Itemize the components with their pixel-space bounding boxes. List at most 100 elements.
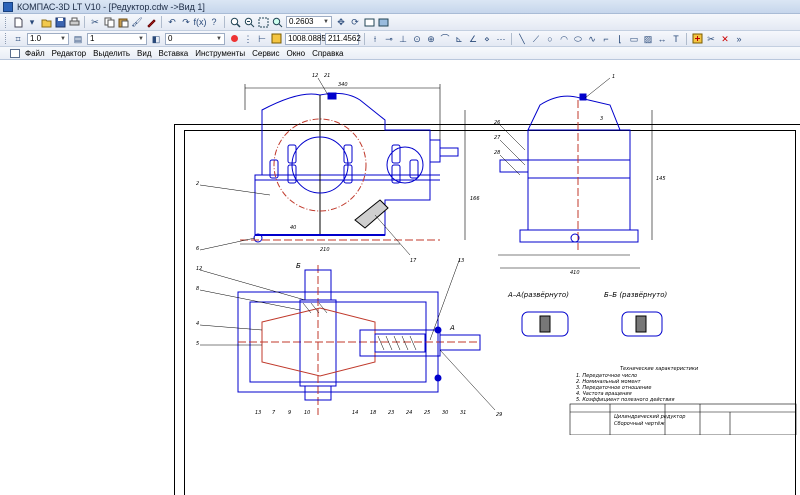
dimension-tool-icon[interactable]: ↔ — [656, 33, 668, 45]
menu-tools[interactable]: Инструменты — [195, 49, 245, 58]
hatch-tool-icon[interactable]: ▨ — [642, 33, 654, 45]
menu-view[interactable]: Вид — [137, 49, 151, 58]
callout-number: 12 — [312, 73, 318, 79]
fillet-tool-icon[interactable]: ⌊ — [614, 33, 626, 45]
chevron-down-icon[interactable]: ▼ — [216, 34, 222, 44]
menu-window[interactable]: Окно — [287, 49, 306, 58]
callout-number: 12 — [196, 266, 202, 272]
rectangle-tool-icon[interactable]: ▭ — [628, 33, 640, 45]
callout-number: 21 — [324, 73, 330, 79]
callout-number: 18 — [370, 410, 376, 416]
menu-select[interactable]: Выделить — [93, 49, 130, 58]
chamfer-tool-icon[interactable]: ⌐ — [600, 33, 612, 45]
zoom-window-icon[interactable] — [257, 16, 269, 28]
chevron-down-icon[interactable]: ▾ — [26, 16, 38, 28]
coord-y-field[interactable]: 211.4562 — [325, 32, 361, 45]
color-icon[interactable] — [228, 33, 240, 45]
print-icon[interactable] — [68, 16, 80, 28]
arc-tool-icon[interactable]: ◠ — [558, 33, 570, 45]
window-title: КОМПАС-3D LT V10 - [Редуктор.cdw ->Вид 1… — [17, 1, 205, 12]
kompas-app-icon — [3, 1, 13, 12]
callout-number: 30 — [442, 410, 448, 416]
chevron-down-icon[interactable]: ▼ — [323, 17, 329, 27]
paste-icon[interactable] — [117, 16, 129, 28]
side-view — [499, 93, 639, 250]
text-tool-icon[interactable]: T — [670, 33, 682, 45]
menu-insert[interactable]: Вставка — [159, 49, 189, 58]
polyline-tool-icon[interactable]: ⟋ — [530, 33, 542, 45]
toolbar-grip[interactable] — [5, 33, 8, 44]
cursor-step-combo[interactable]: 1.0 ▼ — [27, 32, 69, 45]
snap-nearest-icon[interactable]: ⋄ — [481, 33, 493, 45]
toolbar-separator — [161, 16, 162, 28]
new-icon[interactable] — [12, 16, 24, 28]
open-icon[interactable] — [40, 16, 52, 28]
layer-icon[interactable]: ◧ — [150, 33, 162, 45]
snap-quadrant-icon[interactable]: ⊕ — [425, 33, 437, 45]
grid-icon[interactable]: ⋮ — [242, 33, 254, 45]
toolbar-separator — [224, 16, 225, 28]
callout-number: 3 — [600, 116, 603, 122]
zoom-in-icon[interactable] — [229, 16, 241, 28]
chevron-down-icon[interactable]: ▼ — [60, 34, 66, 44]
stamp-subtitle: Сборочный чертёж — [614, 421, 665, 427]
zoom-out-icon[interactable] — [243, 16, 255, 28]
local-cs-icon[interactable]: ⊢ — [256, 33, 268, 45]
show-all-icon[interactable] — [363, 16, 375, 28]
snap-intersection-icon[interactable]: ⟊ — [369, 33, 381, 45]
coord-x-value: 1008.0885 — [288, 33, 326, 43]
ellipse-tool-icon[interactable]: ⬭ — [572, 33, 584, 45]
style-icon[interactable]: ▤ — [72, 33, 84, 45]
function-icon[interactable]: f(x) — [194, 16, 207, 28]
chevron-down-icon[interactable]: ▼ — [138, 34, 144, 44]
snap-toggle-icon[interactable] — [691, 33, 703, 45]
refresh-icon[interactable]: ⟳ — [349, 16, 361, 28]
callout-number: 6 — [196, 246, 199, 252]
snap-endpoint-icon[interactable]: ⊸ — [383, 33, 395, 45]
ortho-icon[interactable] — [270, 33, 282, 45]
menu-service[interactable]: Сервис — [252, 49, 279, 58]
coord-x-field[interactable]: 1008.0885 — [285, 32, 326, 45]
line-tool-icon[interactable]: ╲ — [516, 33, 528, 45]
callout-number: 23 — [388, 410, 394, 416]
spline-tool-icon[interactable]: ∿ — [586, 33, 598, 45]
tech-title: Технические характеристики — [620, 366, 699, 372]
style-combo[interactable]: 1 ▼ — [87, 32, 147, 45]
zoom-combo[interactable]: 0.2603 ▼ — [286, 16, 332, 28]
menu-file[interactable]: Файл — [25, 49, 45, 58]
callout-number: 13 — [458, 258, 464, 264]
snap-normal-icon[interactable]: ⊾ — [453, 33, 465, 45]
undo-icon[interactable]: ↶ — [166, 16, 178, 28]
delete-icon[interactable]: ✕ — [719, 33, 731, 45]
circle-tool-icon[interactable]: ○ — [544, 33, 556, 45]
view-manager-icon[interactable] — [377, 16, 389, 28]
callouts: 2 6 12 21 12 8 4 5 17 13 29 1 26 27 28 3 — [196, 73, 615, 418]
more-tools-icon[interactable]: » — [733, 33, 745, 45]
format-icon[interactable]: 🖌 — [131, 16, 143, 28]
snap-angle-icon[interactable]: ∠ — [467, 33, 479, 45]
save-icon[interactable] — [54, 16, 66, 28]
document-icon[interactable] — [10, 48, 20, 58]
layer-combo[interactable]: 0 ▼ — [165, 32, 225, 45]
drawing-canvas[interactable]: Технические характеристики 1. Передаточн… — [0, 60, 800, 495]
menu-editor[interactable]: Редактор — [52, 49, 86, 58]
callout-number: 24 — [406, 410, 412, 416]
cut-icon[interactable]: ✂ — [89, 16, 101, 28]
grid-step-icon[interactable]: ⌗ — [12, 33, 24, 45]
redo-icon[interactable]: ↷ — [180, 16, 192, 28]
pan-icon[interactable]: ✥ — [335, 16, 347, 28]
snap-tangent-icon[interactable]: ⌒ — [439, 33, 451, 45]
bottom-callouts: 13 7 9 10 14 18 23 24 25 30 31 — [255, 410, 466, 416]
zoom-fit-icon[interactable] — [271, 16, 283, 28]
properties-icon[interactable] — [145, 16, 157, 28]
snap-grid-icon[interactable]: ⋯ — [495, 33, 507, 45]
callout-number: 26 — [494, 120, 500, 126]
toolbar-grip[interactable] — [5, 16, 8, 28]
trim-tool-icon[interactable]: ✂ — [705, 33, 717, 45]
snap-center-icon[interactable]: ⊙ — [411, 33, 423, 45]
menu-help[interactable]: Справка — [312, 49, 343, 58]
snap-midpoint-icon[interactable]: ⊥ — [397, 33, 409, 45]
copy-icon[interactable] — [103, 16, 115, 28]
help-icon[interactable]: ? — [208, 16, 220, 28]
dimension-label: 210 — [320, 247, 330, 253]
